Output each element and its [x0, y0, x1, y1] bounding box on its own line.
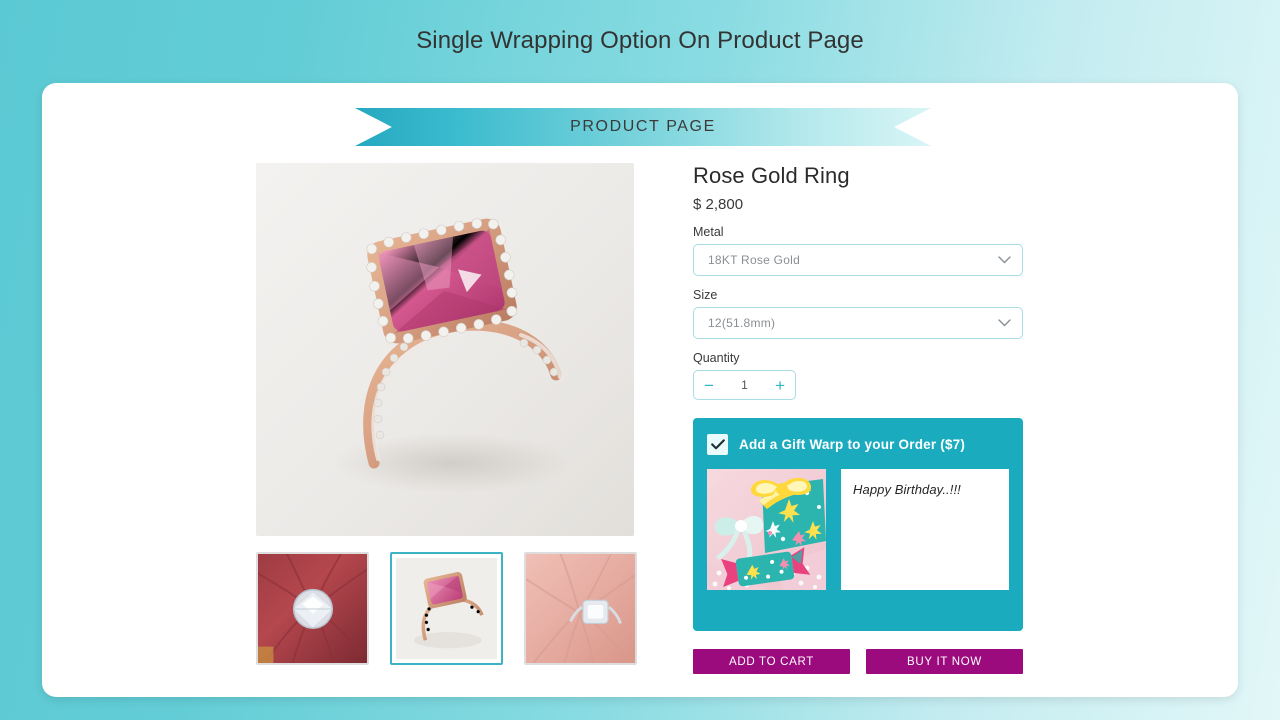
quantity-label: Quantity	[693, 351, 740, 366]
gift-wrap-body: Happy Birthday..!!!	[707, 469, 1009, 591]
gift-wrap-panel: Add a Gift Warp to your Order ($7) Happy…	[693, 418, 1023, 632]
product-details: Rose Gold Ring $ 2,800 Metal 18KT Rose G…	[693, 163, 1023, 675]
thumb-rose-gold-ring-icon	[396, 558, 497, 659]
chevron-down-icon	[998, 314, 1011, 332]
quantity-stepper[interactable]: − 1 +	[693, 370, 796, 401]
quantity-decrement-button[interactable]: −	[704, 377, 714, 394]
thumbnail-item-1[interactable]	[256, 552, 369, 665]
quantity-value[interactable]: 1	[741, 378, 748, 392]
product-card: PRODUCT PAGE Rose Gold Ring $ 2,800 Meta…	[42, 83, 1238, 697]
product-price: $ 2,800	[693, 196, 744, 214]
metal-select[interactable]: 18KT Rose Gold	[693, 244, 1023, 277]
action-buttons: ADD TO CART BUY IT NOW	[693, 649, 1023, 675]
size-label: Size	[693, 288, 718, 303]
size-select[interactable]: 12(51.8mm)	[693, 307, 1023, 340]
thumbnail-item-2[interactable]	[390, 552, 503, 665]
metal-label: Metal	[693, 225, 724, 240]
thumb-diamond-ring-red-fabric-icon	[258, 554, 367, 663]
hero-ring-illustration	[256, 163, 634, 536]
check-icon	[710, 439, 725, 450]
gift-wrap-title: Add a Gift Warp to your Order ($7)	[739, 437, 966, 453]
gift-boxes-icon	[707, 469, 826, 591]
gift-note-value: Happy Birthday..!!!	[853, 482, 961, 498]
thumbnail-strip	[256, 552, 637, 665]
product-page-ribbon: PRODUCT PAGE	[355, 108, 931, 146]
thumbnail-item-3[interactable]	[524, 552, 637, 665]
quantity-increment-button[interactable]: +	[775, 377, 785, 394]
size-selected-value: 12(51.8mm)	[708, 316, 776, 331]
product-gallery	[256, 163, 637, 665]
metal-selected-value: 18KT Rose Gold	[708, 253, 800, 268]
gift-wrap-header: Add a Gift Warp to your Order ($7)	[707, 434, 1009, 456]
gift-wrap-image[interactable]	[707, 469, 826, 591]
gift-note-input[interactable]: Happy Birthday..!!!	[841, 469, 1009, 591]
gift-wrap-checkbox[interactable]	[707, 434, 728, 456]
chevron-down-icon	[998, 251, 1011, 269]
card-content: Rose Gold Ring $ 2,800 Metal 18KT Rose G…	[42, 163, 1238, 697]
page-title: Single Wrapping Option On Product Page	[416, 27, 864, 54]
product-title: Rose Gold Ring	[693, 163, 850, 188]
add-to-cart-button[interactable]: ADD TO CART	[693, 649, 850, 675]
ribbon-label: PRODUCT PAGE	[570, 118, 716, 135]
buy-it-now-button[interactable]: BUY IT NOW	[866, 649, 1023, 675]
hero-product-image[interactable]	[256, 163, 634, 536]
page-root: Single Wrapping Option On Product Page P…	[0, 0, 1280, 720]
thumb-diamond-ring-pink-fabric-icon	[526, 554, 635, 663]
